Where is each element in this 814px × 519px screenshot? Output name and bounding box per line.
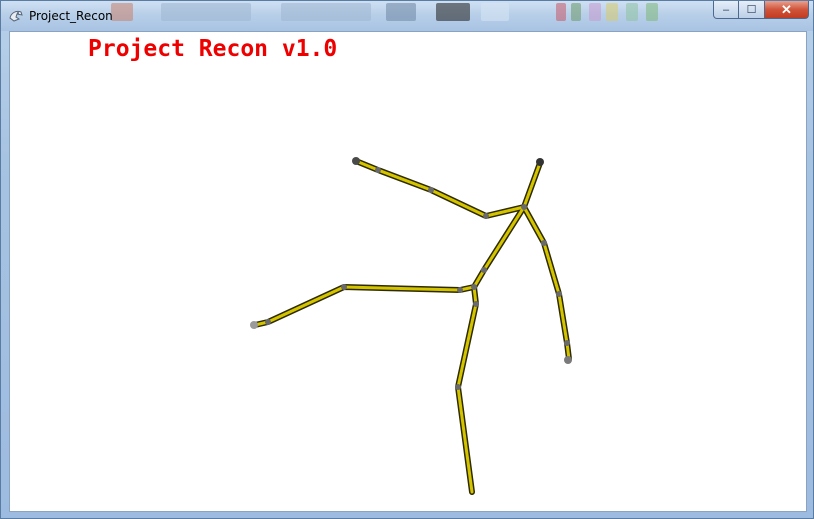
- joint-left-tip: [352, 157, 360, 165]
- joint: [541, 240, 547, 246]
- window-title: Project_Recon: [29, 9, 113, 23]
- joint: [265, 319, 271, 325]
- bone-left-arm-fill: [253, 285, 476, 327]
- joint: [564, 340, 570, 346]
- skeleton-scene: [250, 157, 572, 495]
- joint-hip: [471, 284, 477, 290]
- bone-upper-left-branch: [353, 158, 543, 219]
- bone-right-branch: [521, 204, 572, 362]
- app-logo-icon: [8, 8, 24, 24]
- joint-shoulder: [521, 204, 527, 210]
- joint: [428, 187, 434, 193]
- close-button[interactable]: ✕: [765, 1, 809, 19]
- joint-right-tip: [564, 356, 572, 364]
- joint: [473, 301, 479, 307]
- joint: [556, 291, 562, 297]
- app-window: Project_Recon – ☐ ✕ Project Recon v1.0: [0, 0, 814, 519]
- title-bar[interactable]: Project_Recon – ☐ ✕: [1, 1, 813, 31]
- maximize-button[interactable]: ☐: [739, 1, 765, 19]
- bone-left-arm: [252, 284, 477, 328]
- joint: [455, 384, 461, 390]
- joint-top-tip: [536, 158, 544, 166]
- bone-right-branch-fill: [522, 205, 571, 361]
- render-viewport[interactable]: Project Recon v1.0: [9, 31, 807, 512]
- bone-spine-fill: [472, 205, 526, 289]
- minimize-button[interactable]: –: [713, 1, 739, 19]
- joint-left-hand-tip: [250, 321, 258, 329]
- window-controls: – ☐ ✕: [713, 1, 809, 21]
- joint: [375, 167, 381, 173]
- joint: [341, 284, 347, 290]
- joint: [483, 213, 489, 219]
- joint: [457, 287, 463, 293]
- background-taskbar-blur: [101, 1, 701, 25]
- joint: [481, 267, 487, 273]
